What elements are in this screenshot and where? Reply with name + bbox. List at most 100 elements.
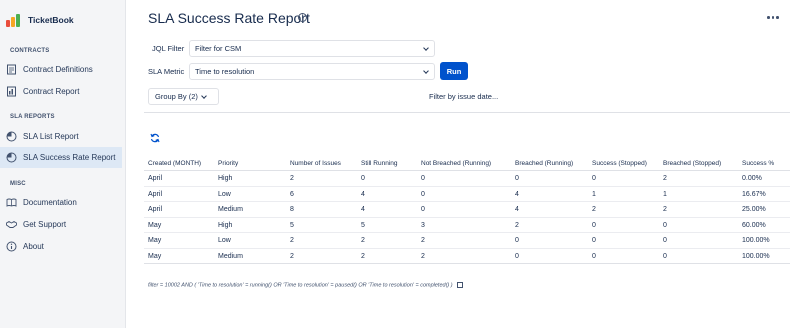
table-header-row: Created (MONTH) Priority Number of Issue… — [144, 156, 790, 171]
sla-metric-select[interactable]: Time to resolution — [189, 63, 435, 80]
table-cell: 3 — [421, 221, 425, 229]
table-cell: 100.00% — [742, 252, 770, 260]
table-cell: 2 — [290, 237, 294, 244]
column-header[interactable]: Breached (Stopped) — [663, 160, 721, 167]
table-cell: High — [218, 175, 233, 182]
ticketbook-logo-icon — [6, 13, 20, 27]
sidebar-item-sla-list-report[interactable]: SLA List Report — [0, 126, 122, 147]
external-link-icon[interactable] — [457, 282, 464, 288]
column-header[interactable]: Still Running — [361, 160, 398, 167]
sla-report-table: Created (MONTH) Priority Number of Issue… — [144, 156, 790, 264]
table-bottom-line — [144, 263, 790, 264]
sla-metric-value: Time to resolution — [195, 67, 255, 76]
table-cell: 2 — [515, 221, 519, 229]
column-header[interactable]: Created (MONTH) — [148, 160, 201, 167]
table-row: April Medium 8 4 0 4 2 2 25.00% — [144, 202, 790, 218]
table-cell: 16.67% — [742, 190, 766, 198]
app-name: TicketBook — [28, 15, 74, 25]
table-cell: 4 — [361, 190, 365, 198]
sidebar-item-contract-report[interactable]: Contract Report — [0, 81, 122, 102]
table-cell: 0 — [663, 221, 667, 229]
table-cell: Medium — [218, 206, 243, 213]
table-cell: 0 — [421, 175, 425, 182]
sidebar: TicketBook CONTRACTS Contract Definition… — [0, 0, 126, 328]
table-cell: April — [148, 175, 163, 182]
group-by-button[interactable]: Group By (2) — [148, 88, 219, 105]
table-cell: Low — [218, 190, 231, 198]
sidebar-item-label: About — [23, 242, 44, 251]
table-cell: 0 — [592, 237, 596, 244]
column-header[interactable]: Not Breached (Running) — [421, 160, 491, 167]
sidebar-item-label: Contract Definitions — [23, 65, 93, 74]
table-cell: 0 — [515, 252, 519, 260]
column-header[interactable]: Success % — [742, 160, 774, 167]
table-row: May Medium 2 2 2 0 0 0 100.00% — [144, 249, 790, 264]
sidebar-item-label: Get Support — [23, 220, 67, 229]
chevron-down-icon — [201, 93, 207, 99]
table-cell: 2 — [290, 252, 294, 260]
filter-by-issue-date[interactable]: Filter by issue date... — [429, 92, 498, 101]
table-cell: 2 — [592, 206, 596, 213]
jql-filter-value: Filter for CSM — [195, 44, 242, 53]
table-cell: 0 — [421, 190, 425, 198]
table-cell: Low — [218, 237, 231, 244]
table-row: April Low 6 4 0 4 1 1 16.67% — [144, 187, 790, 202]
jql-filter-label: JQL Filter — [152, 44, 185, 53]
table-cell: April — [148, 190, 163, 198]
jql-filter-select[interactable]: Filter for CSM — [189, 40, 435, 57]
table-cell: 0 — [361, 175, 365, 182]
sla-success-icon — [6, 152, 17, 163]
sidebar-item-documentation[interactable]: Documentation — [0, 192, 122, 213]
brand[interactable]: TicketBook — [6, 13, 74, 27]
table-cell: 0 — [592, 175, 596, 182]
table-cell: 5 — [361, 221, 365, 229]
more-options-icon[interactable] — [767, 16, 779, 19]
section-sla-reports: SLA REPORTS — [10, 114, 55, 120]
table-cell: 2 — [361, 252, 365, 260]
column-header[interactable]: Priority — [218, 160, 238, 167]
table-cell: 0 — [515, 237, 519, 244]
chevron-down-icon — [423, 68, 429, 74]
table-cell: May — [148, 221, 162, 229]
table-cell: 0 — [592, 221, 596, 229]
refresh-icon[interactable] — [150, 133, 160, 143]
table-row: May High 5 5 3 2 0 0 60.00% — [144, 218, 790, 233]
sidebar-item-sla-success-rate-report[interactable]: SLA Success Rate Report — [0, 147, 122, 168]
table-cell: 0 — [421, 206, 425, 213]
sla-metric-label: SLA Metric — [148, 67, 185, 76]
info-icon[interactable]: i — [298, 13, 307, 22]
run-button[interactable]: Run — [440, 62, 468, 80]
book-icon — [6, 197, 17, 208]
table-cell: 4 — [515, 206, 519, 213]
table-cell: 4 — [361, 206, 365, 213]
sidebar-item-about[interactable]: About — [0, 236, 122, 257]
sidebar-item-label: Contract Report — [23, 87, 80, 96]
section-misc: MISC — [10, 181, 26, 187]
sidebar-item-get-support[interactable]: Get Support — [0, 214, 122, 235]
table-cell: 2 — [421, 237, 425, 244]
table-cell: 1 — [663, 190, 667, 198]
sidebar-item-label: Documentation — [23, 198, 77, 207]
column-header[interactable]: Number of Issues — [290, 160, 341, 167]
section-contracts: CONTRACTS — [10, 48, 50, 54]
sidebar-item-contract-definitions[interactable]: Contract Definitions — [0, 59, 122, 80]
table-cell: 4 — [515, 190, 519, 198]
table-cell: 0 — [592, 252, 596, 260]
table-cell: 5 — [290, 221, 294, 229]
table-cell: 0 — [663, 237, 667, 244]
sidebar-item-label: SLA List Report — [23, 132, 79, 141]
column-header[interactable]: Success (Stopped) — [592, 160, 647, 167]
table-cell: High — [218, 221, 233, 229]
table-cell: 2 — [421, 252, 425, 260]
table-cell: May — [148, 237, 162, 244]
contract-report-icon — [6, 86, 17, 97]
group-by-label: Group By (2) — [155, 92, 198, 101]
table-row: May Low 2 2 2 0 0 0 100.00% — [144, 233, 790, 249]
main-content: SLA Success Rate Report i JQL Filter Fil… — [127, 0, 800, 328]
table-row: April High 2 0 0 0 0 2 0.00% — [144, 171, 790, 187]
jql-query: filter = 10002 AND ( 'Time to resolution… — [148, 282, 453, 289]
table-cell: 2 — [663, 175, 667, 182]
sla-list-icon — [6, 131, 17, 142]
table-cell: 2 — [361, 237, 365, 244]
column-header[interactable]: Breached (Running) — [515, 160, 573, 167]
